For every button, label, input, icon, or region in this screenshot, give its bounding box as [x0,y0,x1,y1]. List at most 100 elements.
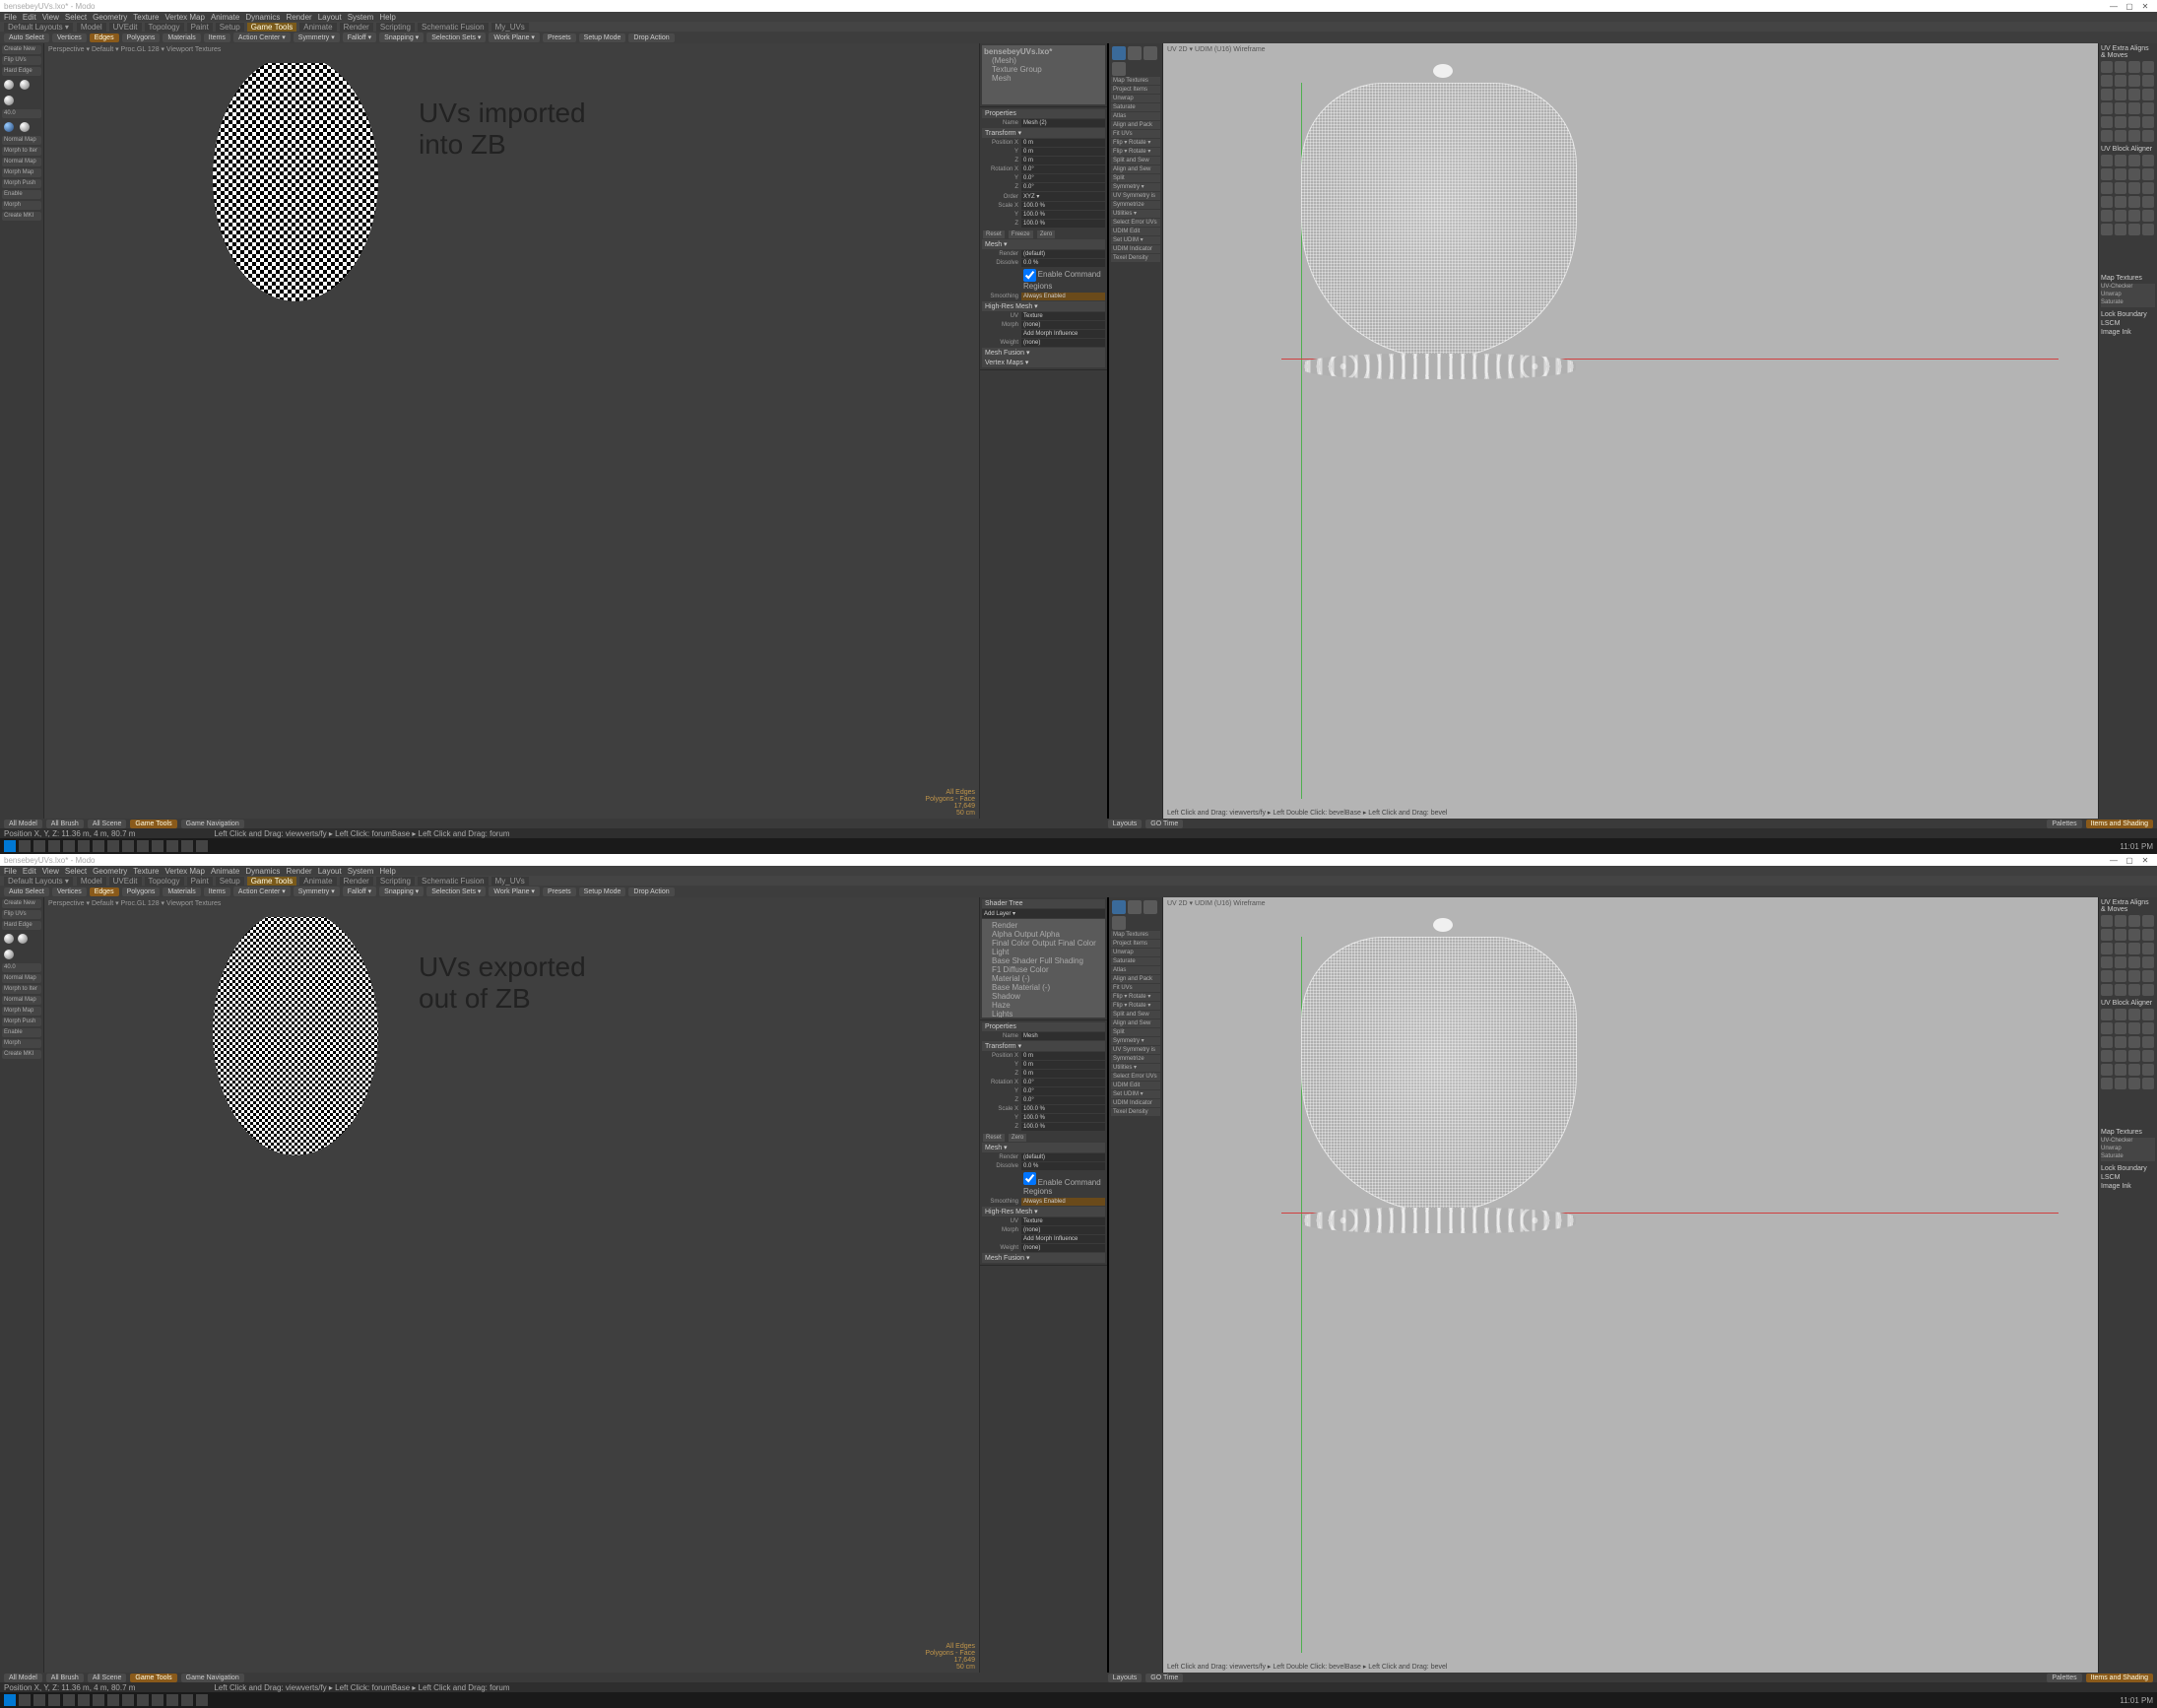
menu-view[interactable]: View [42,867,59,876]
align-icon[interactable] [2128,915,2140,927]
leftpanel-item[interactable]: Create New Vertex Map [2,899,41,908]
layout-tab-uvedit[interactable]: UVEdit [109,877,142,886]
pos-y[interactable]: 0 m [1021,148,1105,156]
align-icon[interactable] [2142,1050,2154,1062]
uvtool-utilities[interactable]: Utilities ▾ [1111,1064,1160,1072]
menu-geometry[interactable]: Geometry [93,867,127,876]
bb-tab[interactable]: Game Tools [130,1674,176,1682]
align-icon[interactable] [2142,168,2154,180]
menu-system[interactable]: System [348,867,374,876]
uvtool-alignandsewtool[interactable]: Align and Sew Tool [1111,1019,1160,1027]
pos-y[interactable]: 0 m [1021,1061,1105,1069]
align-icon[interactable] [2115,182,2126,194]
shader-row[interactable]: Material (-) [984,974,1103,983]
pack-icon[interactable] [1128,46,1142,60]
menu-vertexmap[interactable]: Vertex Map [164,867,204,876]
matcap-ball-d[interactable] [4,122,14,132]
taskbar-app-icon[interactable] [63,840,75,852]
taskbar-app-icon[interactable] [78,840,90,852]
align-icon[interactable] [2101,130,2113,142]
align-icon[interactable] [2128,1064,2140,1076]
close-button[interactable]: ✕ [2137,2,2153,11]
shadertree-tab[interactable]: Shader Tree [982,899,1105,908]
matcap-ball-c[interactable] [4,96,14,105]
smoothing-fld[interactable]: Always Enabled [1021,293,1105,300]
align-icon[interactable] [2101,116,2113,128]
layout-tab-uvedit[interactable]: UVEdit [109,23,142,32]
taskbar-app-icon[interactable] [48,840,60,852]
pos-z[interactable]: 0 m [1021,1070,1105,1078]
align-icon[interactable] [2115,970,2126,982]
viewport-uv-top[interactable]: UV 2D ▾ UDIM (U16) Wireframe Left Click … [1163,43,2098,819]
viewport-uv-bottom[interactable]: UV 2D ▾ UDIM (U16) Wireframe Left Click … [1163,897,2098,1673]
reset-btn[interactable]: Reset [983,1134,1005,1142]
min-button[interactable]: — [2106,856,2122,865]
bb-right[interactable]: Items and Shading [2086,820,2153,828]
layout-tab-render[interactable]: Render [340,23,373,32]
toolbar-falloff[interactable]: Falloff ▾ [343,887,376,896]
uvtool-fliprotate[interactable]: Flip ▾ Rotate ▾ [1111,139,1160,147]
unwrap-icon[interactable] [1112,900,1126,914]
layout-tab-gametools[interactable]: Game Tools [247,877,297,886]
align-icon[interactable] [2142,984,2154,996]
layout-tab-scripting[interactable]: Scripting [376,23,415,32]
scale-x[interactable]: 100.0 % [1021,1105,1105,1113]
uvtool-maptextures[interactable]: Map Textures [1111,77,1160,85]
uvtool-saturate[interactable]: Saturate [1111,957,1160,965]
align-icon[interactable] [2115,1078,2126,1089]
toolbar-edges[interactable]: Edges [90,33,119,42]
menubar-left[interactable]: FileEditViewSelectGeometryTextureVertex … [0,12,2157,22]
align-icon[interactable] [2142,130,2154,142]
angle-value[interactable]: 40.0 [2,109,41,118]
toolbar-edges[interactable]: Edges [90,887,119,896]
align-icon[interactable] [2128,984,2140,996]
align-icon[interactable] [2142,915,2154,927]
uvtool-utilities[interactable]: Utilities ▾ [1111,210,1160,218]
mesh-section[interactable]: Mesh ▾ [982,1143,1105,1152]
align-icon[interactable] [2101,75,2113,87]
align-icon[interactable] [2128,89,2140,100]
uvtool-projectitemshere[interactable]: Project Items Here [1111,86,1160,94]
shader-tree[interactable]: RenderAlpha Output AlphaFinal Color Outp… [982,919,1105,1018]
align-icon[interactable] [2128,1009,2140,1020]
align-icon[interactable] [2128,210,2140,222]
uvchecker-btn[interactable]: UV-Checker [2101,284,2155,292]
pos-z[interactable]: 0 m [1021,157,1105,164]
align-icon[interactable] [2115,1009,2126,1020]
toolbar-items[interactable]: Items [204,887,230,896]
lscm-hdr[interactable]: LSCM [2101,320,2155,327]
taskbar-app-icon[interactable] [63,1694,75,1706]
bb-AllBrush[interactable]: All Brush [46,820,84,828]
bb-tab[interactable]: Game Navigation [181,1674,244,1682]
menu-select[interactable]: Select [65,867,87,876]
uvtool-udimindicator[interactable]: UDIM Indicator [1111,245,1160,253]
viewport-label[interactable]: Perspective ▾ Default ▾ Proc.GL 128 ▾ Vi… [48,45,221,53]
layout-tab-topology[interactable]: Topology [145,877,184,886]
matcap-ball-a[interactable] [4,80,14,90]
viewport-3d-bottom[interactable]: Perspective ▾ Default ▾ Proc.GL 128 ▾ Vi… [44,897,979,1673]
align-icon[interactable] [2115,168,2126,180]
viewport-label[interactable]: Perspective ▾ Default ▾ Proc.GL 128 ▾ Vi… [48,899,221,907]
layout-tab-scripting[interactable]: Scripting [376,877,415,886]
align-icon[interactable] [2128,196,2140,208]
uv-fld[interactable]: Texture [1021,312,1105,320]
layout-tab-animate[interactable]: Animate [299,877,336,886]
toolbar-presets[interactable]: Presets [543,887,576,896]
align-icon[interactable] [2101,929,2113,941]
start-button[interactable] [4,840,16,852]
layout-tab-my_uvs[interactable]: My_UVs [491,877,529,886]
shader-row[interactable]: Render [984,921,1103,930]
taskbar-app-icon[interactable] [196,1694,208,1706]
align-icon[interactable] [2115,196,2126,208]
close-button[interactable]: ✕ [2137,856,2153,865]
uvtool-fituvs[interactable]: Fit UVs [1111,984,1160,992]
transform-section[interactable]: Transform ▾ [982,1041,1105,1051]
menu-layout[interactable]: Layout [318,867,342,876]
left-tool-panel[interactable]: Create New Vertex Map Flip UVs Vertex To… [0,43,44,819]
align-icon[interactable] [2101,1009,2113,1020]
menu-geometry[interactable]: Geometry [93,13,127,22]
layout-tab-topology[interactable]: Topology [145,23,184,32]
align-icon[interactable] [2115,1036,2126,1048]
uvtool-udimedit[interactable]: UDIM Edit [1111,228,1160,235]
matcap-ball[interactable] [4,950,14,959]
